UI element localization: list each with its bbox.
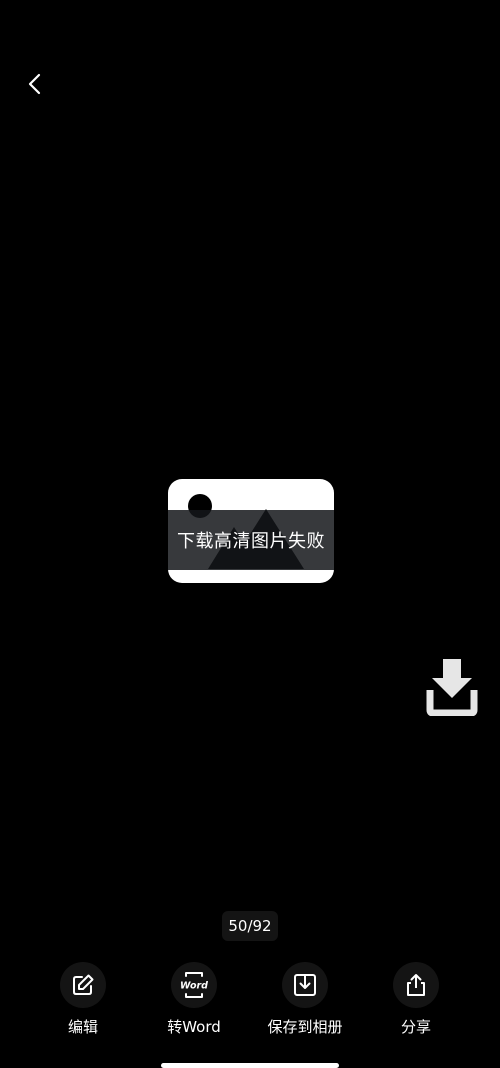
word-icon: Word bbox=[180, 972, 208, 998]
convert-word-button[interactable]: Word 转Word bbox=[139, 962, 249, 1037]
chevron-left-icon bbox=[28, 73, 41, 95]
error-toast-text: 下载高清图片失败 bbox=[177, 531, 325, 552]
save-to-album-label: 保存到相册 bbox=[267, 1018, 343, 1036]
share-icon bbox=[407, 974, 425, 996]
save-to-album-icon bbox=[294, 974, 316, 996]
download-icon bbox=[426, 659, 478, 717]
page-counter-text: 50/92 bbox=[228, 917, 272, 935]
save-to-album-button-circle bbox=[282, 962, 328, 1008]
bottom-toolbar: 编辑 Word 转Word 保存到相册 分享 bbox=[0, 962, 500, 1042]
edit-button[interactable]: 编辑 bbox=[28, 962, 138, 1037]
share-label: 分享 bbox=[400, 1018, 431, 1036]
word-icon-badge: Word bbox=[180, 981, 208, 992]
home-indicator[interactable] bbox=[161, 1063, 339, 1068]
error-toast: 下载高清图片失败 bbox=[168, 510, 334, 570]
download-button[interactable] bbox=[424, 656, 480, 717]
share-button[interactable]: 分享 bbox=[361, 962, 471, 1037]
share-button-circle bbox=[393, 962, 439, 1008]
edit-button-circle bbox=[60, 962, 106, 1008]
edit-icon bbox=[73, 974, 94, 995]
convert-word-label: 转Word bbox=[167, 1018, 221, 1036]
back-button[interactable] bbox=[20, 68, 52, 100]
edit-label: 编辑 bbox=[67, 1018, 98, 1036]
convert-word-button-circle: Word bbox=[171, 962, 217, 1008]
save-to-album-button[interactable]: 保存到相册 bbox=[250, 962, 360, 1037]
page-counter: 50/92 bbox=[222, 911, 278, 941]
